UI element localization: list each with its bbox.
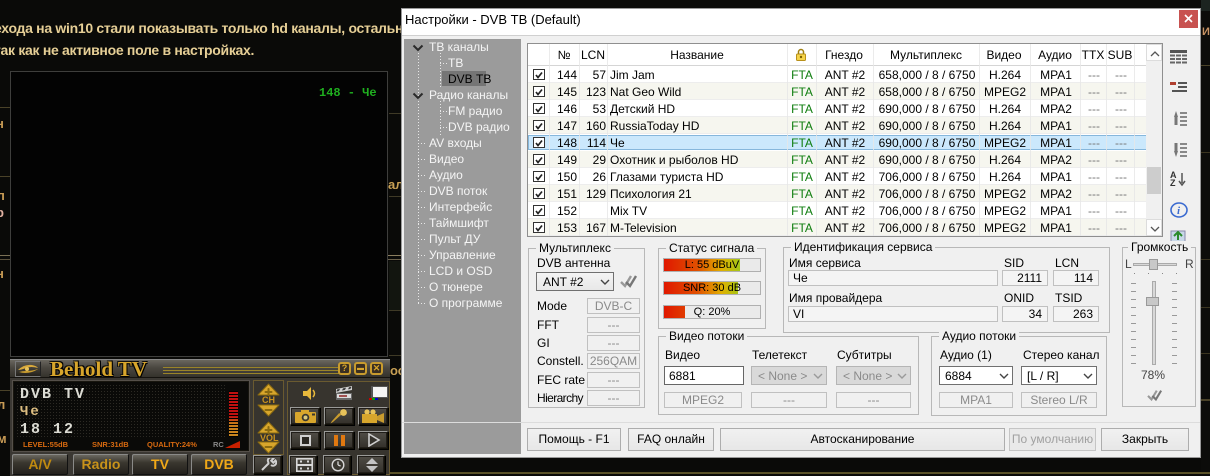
svg-text:i: i <box>1177 205 1181 217</box>
